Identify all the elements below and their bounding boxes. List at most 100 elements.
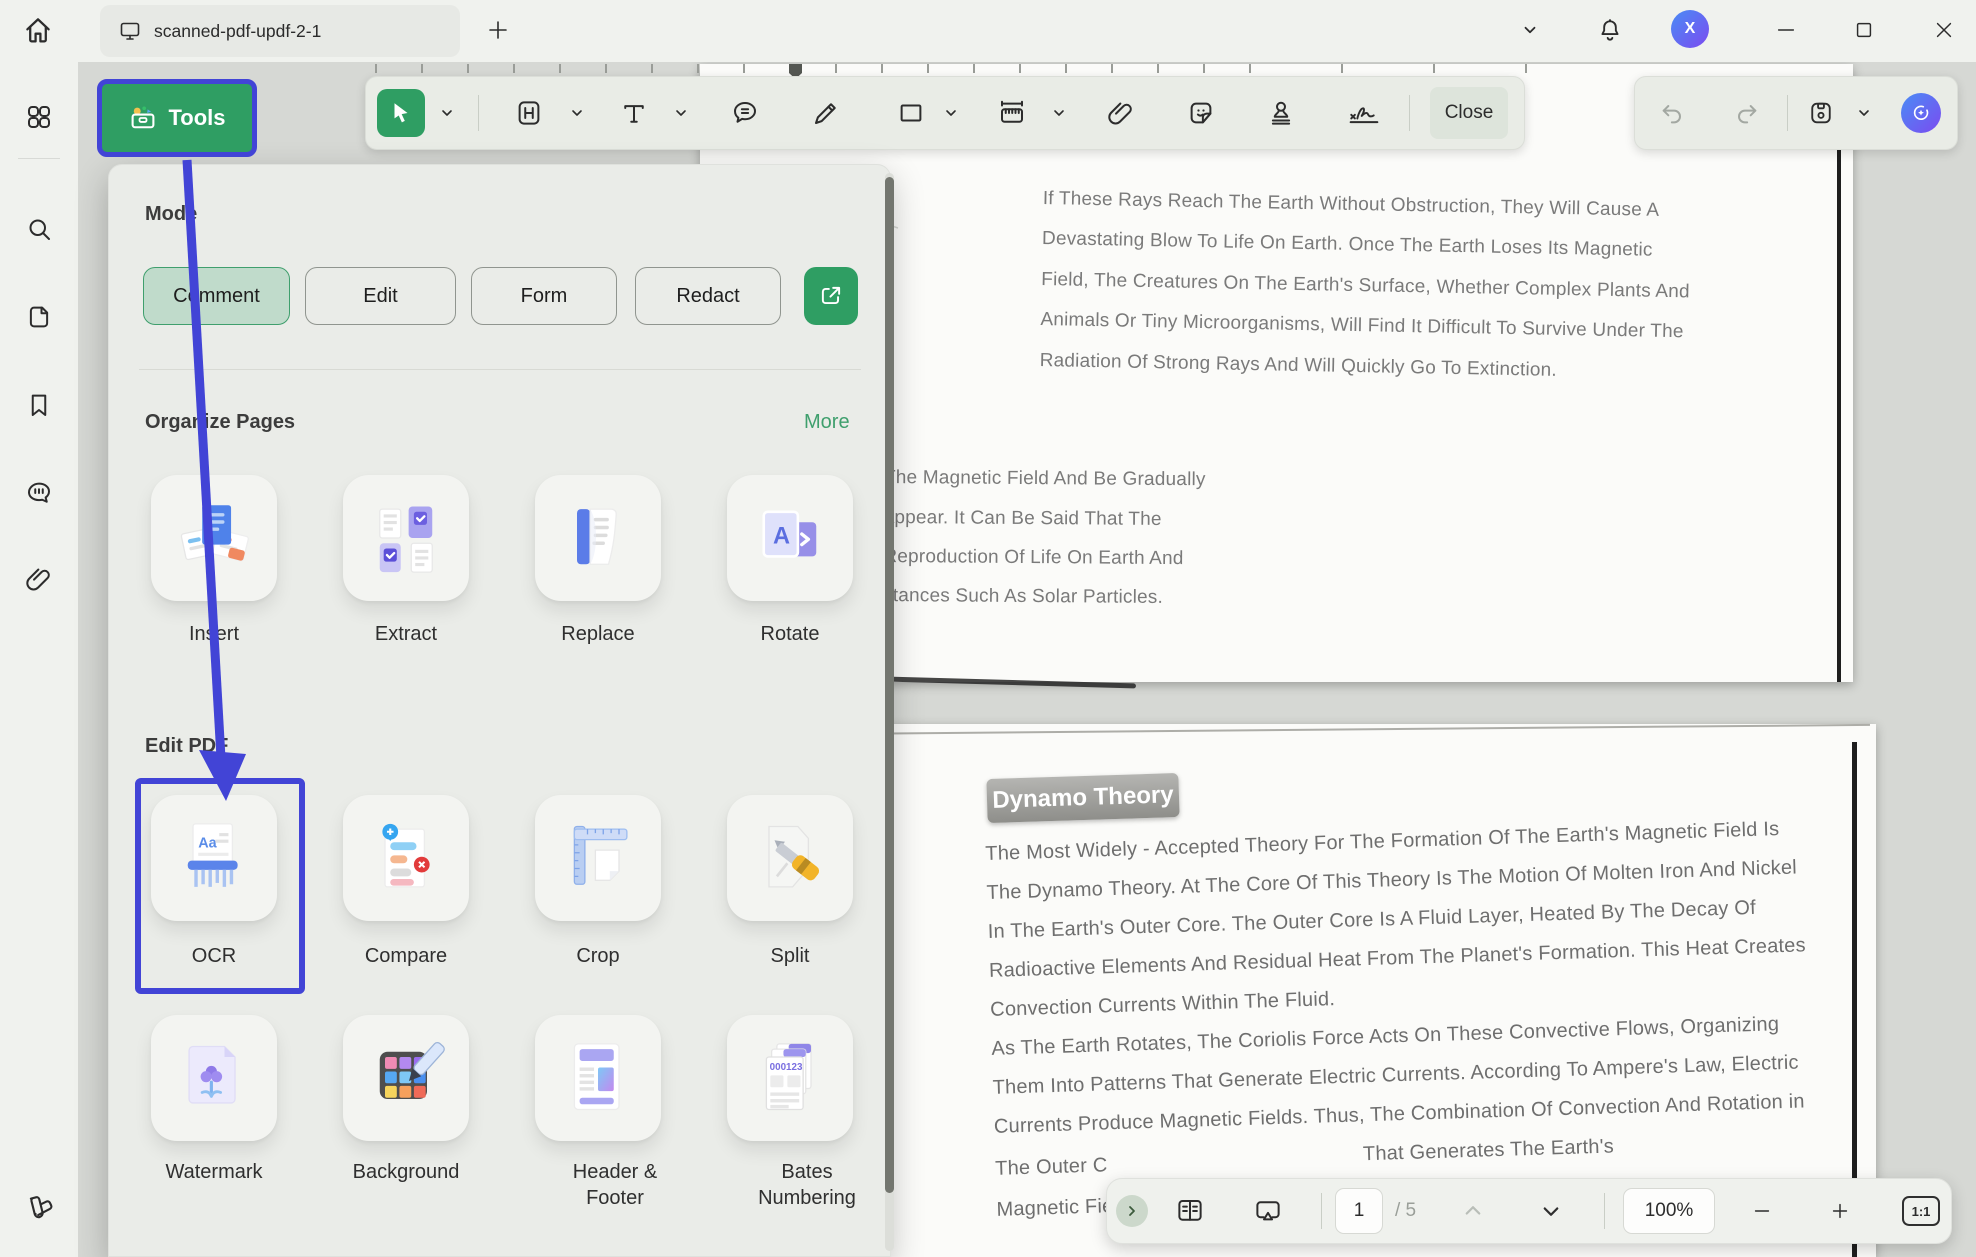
- user-avatar[interactable]: X: [1671, 10, 1709, 48]
- reading-mode-button[interactable]: [1175, 1196, 1205, 1226]
- sidebar-item-bookmarks[interactable]: [24, 390, 54, 420]
- zoom-in-button[interactable]: [1829, 1200, 1851, 1222]
- rotate-tool-card[interactable]: A: [727, 475, 853, 601]
- stamp-tool-button[interactable]: [1266, 98, 1296, 128]
- history-save-toolbar: [1634, 76, 1958, 150]
- ai-assistant-button[interactable]: [1901, 93, 1941, 133]
- text-tool-chevron-icon[interactable]: [674, 106, 688, 120]
- updf-app-window: If These Rays Reach The Earth Without Ob…: [0, 0, 1976, 1257]
- bates-numbering-label: Bates Numbering: [747, 1159, 867, 1211]
- signature-tool-button[interactable]: [1347, 98, 1381, 128]
- svg-text:A: A: [773, 523, 790, 549]
- window-minimize-button[interactable]: [1766, 10, 1806, 50]
- header-footer-icon: [556, 1036, 640, 1120]
- organize-pages-heading: Organize Pages: [145, 411, 295, 434]
- extract-icon: [364, 496, 448, 580]
- open-in-new-window-button[interactable]: [804, 267, 858, 325]
- left-sidebar: [0, 62, 78, 1257]
- sidebar-item-attachments[interactable]: [24, 564, 54, 594]
- close-label: Close: [1445, 102, 1494, 124]
- mode-edit-button[interactable]: Edit: [305, 267, 456, 325]
- sidebar-item-comments[interactable]: [24, 478, 54, 508]
- select-tool-chevron-icon[interactable]: [440, 106, 454, 120]
- sidebar-item-swatches[interactable]: [24, 1192, 56, 1224]
- notifications-bell-icon[interactable]: [1590, 10, 1630, 50]
- background-label: Background: [321, 1159, 491, 1185]
- replace-label: Replace: [513, 621, 683, 647]
- tab-title: scanned-pdf-updf-2-1: [154, 21, 321, 42]
- avatar-letter: X: [1685, 20, 1696, 38]
- measure-tool-button[interactable]: [997, 98, 1027, 128]
- chevron-right-icon: [1125, 1204, 1139, 1218]
- zoom-out-button[interactable]: [1751, 1200, 1773, 1222]
- expand-bar-button[interactable]: [1116, 1195, 1148, 1227]
- watermark-tool-card[interactable]: [151, 1015, 277, 1141]
- save-chevron-icon[interactable]: [1857, 106, 1871, 120]
- bates-numbering-tool-card[interactable]: 000123: [727, 1015, 853, 1141]
- sidebar-item-page-thumbnails[interactable]: [24, 302, 54, 332]
- window-close-button[interactable]: [1924, 10, 1964, 50]
- highlight-tool-chevron-icon[interactable]: [570, 106, 584, 120]
- highlight-tool-button[interactable]: [514, 98, 544, 128]
- redo-button[interactable]: [1732, 99, 1760, 127]
- home-button[interactable]: [18, 10, 58, 50]
- ocr-highlight-box: [135, 778, 305, 994]
- compare-label: Compare: [321, 943, 491, 969]
- split-tool-card[interactable]: [727, 795, 853, 921]
- replace-tool-card[interactable]: [535, 475, 661, 601]
- crop-tool-card[interactable]: [535, 795, 661, 921]
- shape-tool-chevron-icon[interactable]: [944, 106, 958, 120]
- mode-form-label: Form: [521, 285, 568, 308]
- mode-edit-label: Edit: [363, 285, 397, 308]
- sidebar-divider: [18, 158, 60, 159]
- insert-tool-card[interactable]: [151, 475, 277, 601]
- sidebar-item-search[interactable]: [24, 214, 54, 244]
- close-toolbar-button[interactable]: Close: [1430, 87, 1508, 139]
- shape-tool-button[interactable]: [896, 98, 926, 128]
- replace-icon: [556, 496, 640, 580]
- extract-tool-card[interactable]: [343, 475, 469, 601]
- new-tab-button[interactable]: [478, 10, 518, 50]
- window-maximize-button[interactable]: [1844, 10, 1884, 50]
- previous-page-button[interactable]: [1463, 1201, 1483, 1221]
- background-tool-card[interactable]: [343, 1015, 469, 1141]
- watermark-label: Watermark: [129, 1159, 299, 1185]
- edit-pdf-heading: Edit PDF: [145, 735, 228, 758]
- insert-icon: [172, 496, 256, 580]
- crop-label: Crop: [513, 943, 683, 969]
- attach-file-button[interactable]: [1106, 98, 1136, 128]
- titlebar-chevron-down-icon[interactable]: [1510, 10, 1550, 50]
- select-tool-button[interactable]: [377, 89, 425, 137]
- background-icon: [364, 1036, 448, 1120]
- split-icon: [748, 816, 832, 900]
- tools-label: Tools: [168, 105, 225, 131]
- header-footer-tool-card[interactable]: [535, 1015, 661, 1141]
- pencil-tool-button[interactable]: [811, 98, 841, 128]
- comment-tool-button[interactable]: [730, 98, 760, 128]
- panel-scrollbar-thumb[interactable]: [885, 177, 894, 1193]
- tools-button[interactable]: Tools: [97, 79, 257, 157]
- compare-tool-card[interactable]: [343, 795, 469, 921]
- actual-size-button[interactable]: 1:1: [1902, 1196, 1940, 1226]
- compare-icon: [364, 816, 448, 900]
- annotation-toolbar: Close: [365, 76, 1525, 150]
- mode-redact-button[interactable]: Redact: [635, 267, 781, 325]
- document-tab[interactable]: scanned-pdf-updf-2-1: [100, 5, 460, 57]
- mode-comment-button[interactable]: Comment: [143, 267, 290, 325]
- insert-label: Insert: [129, 621, 299, 647]
- split-label: Split: [705, 943, 875, 969]
- text-tool-button[interactable]: [619, 98, 649, 128]
- next-page-button[interactable]: [1541, 1201, 1561, 1221]
- presentation-mode-button[interactable]: [1253, 1196, 1283, 1226]
- page-number-input[interactable]: 1: [1335, 1188, 1383, 1234]
- save-button[interactable]: [1807, 99, 1835, 127]
- more-link[interactable]: More: [804, 411, 850, 434]
- mode-form-button[interactable]: Form: [471, 267, 617, 325]
- zoom-level-input[interactable]: 100%: [1623, 1188, 1715, 1234]
- undo-button[interactable]: [1659, 99, 1687, 127]
- sidebar-item-panels[interactable]: [24, 102, 54, 132]
- mode-redact-label: Redact: [676, 285, 739, 308]
- measure-tool-chevron-icon[interactable]: [1052, 106, 1066, 120]
- crop-icon: [556, 816, 640, 900]
- sticker-tool-button[interactable]: [1186, 98, 1216, 128]
